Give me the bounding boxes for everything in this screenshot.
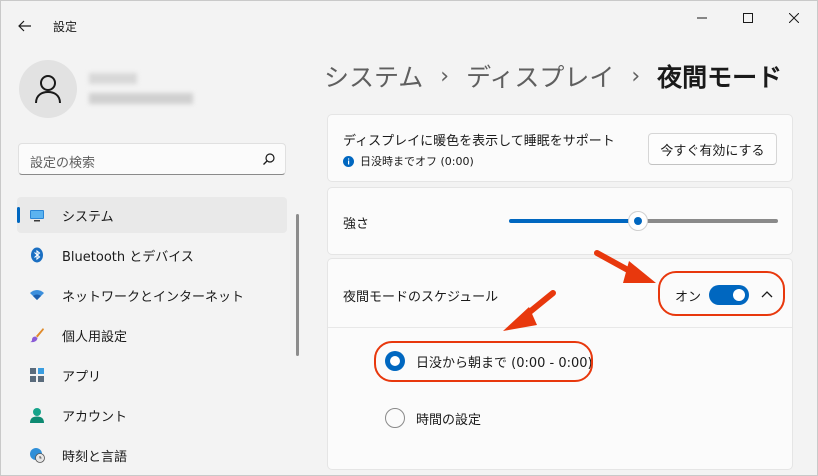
breadcrumb-system[interactable]: システム [324, 58, 423, 94]
search-placeholder: 設定の検索 [30, 156, 96, 171]
annotation-arrow-icon [594, 250, 656, 283]
apps-icon [30, 368, 44, 382]
strength-card: 強さ [327, 187, 793, 255]
search-icon[interactable] [262, 152, 276, 166]
display-icon [30, 210, 44, 222]
minimize-button[interactable] [679, 1, 725, 35]
maximize-button[interactable] [725, 1, 771, 35]
user-email-redacted [89, 93, 193, 104]
strength-slider-track[interactable] [638, 219, 778, 223]
sidebar-item-network[interactable]: ネットワークとインターネット [17, 277, 287, 313]
strength-slider-fill[interactable] [509, 219, 638, 223]
account-icon [30, 408, 44, 423]
title-bar: 設定 [1, 1, 817, 49]
night-light-description: ディスプレイに暖色を表示して睡眠をサポート [343, 134, 615, 149]
turn-on-now-button[interactable]: 今すぐ有効にする [648, 133, 777, 165]
sidebar-item-apps[interactable]: アプリ [17, 357, 287, 393]
bluetooth-icon [31, 247, 43, 263]
radio-button-unselected[interactable] [385, 408, 405, 428]
back-button[interactable] [11, 13, 39, 39]
search-box[interactable]: 設定の検索 [18, 143, 286, 175]
sidebar-item-system[interactable]: システム [17, 197, 287, 233]
night-light-status: 日没時までオフ (0:00) [343, 153, 474, 169]
divider [328, 327, 792, 328]
back-arrow-icon [18, 20, 31, 32]
strength-label: 強さ [343, 217, 370, 232]
highlight-radio-option [374, 341, 593, 382]
globe-clock-icon [30, 448, 45, 463]
sidebar-item-accounts[interactable]: アカウント [17, 397, 287, 433]
night-light-card: ディスプレイに暖色を表示して睡眠をサポート 日没時までオフ (0:00) 今すぐ… [327, 114, 793, 182]
close-icon [789, 13, 799, 23]
sidebar-item-label: Bluetooth とデバイス [62, 249, 194, 265]
breadcrumb-display[interactable]: ディスプレイ [466, 58, 614, 94]
highlight-toggle [658, 271, 785, 316]
sidebar-nav: システム Bluetooth とデバイス ネットワークとインターネット 個人用設… [17, 197, 287, 476]
user-avatar[interactable] [19, 60, 77, 118]
minimize-icon [697, 17, 707, 19]
sidebar-item-label: ネットワークとインターネット [62, 289, 245, 305]
night-light-status-text: 日没時までオフ (0:00) [360, 155, 474, 168]
breadcrumb: システム › ディスプレイ › 夜間モード [324, 58, 782, 94]
sidebar-item-label: システム [62, 209, 114, 225]
breadcrumb-separator: › [631, 63, 641, 89]
schedule-label: 夜間モードのスケジュール [343, 290, 499, 305]
sidebar-item-label: アプリ [62, 369, 102, 385]
annotation-arrow-icon [503, 290, 556, 331]
sidebar-item-personalization[interactable]: 個人用設定 [17, 317, 287, 353]
sidebar-item-time-language[interactable]: 時刻と言語 [17, 437, 287, 473]
wifi-icon [30, 290, 44, 300]
app-title: 設定 [53, 20, 78, 34]
sidebar-item-label: アカウント [62, 409, 128, 425]
sidebar-item-label: 時刻と言語 [62, 449, 128, 465]
sidebar-scrollbar[interactable] [296, 214, 299, 356]
user-name-redacted [89, 73, 137, 84]
radio-label: 時間の設定 [416, 412, 482, 428]
sidebar-item-label: 個人用設定 [62, 329, 128, 345]
person-icon [35, 75, 61, 104]
page-title: 夜間モード [657, 63, 783, 92]
info-icon [343, 155, 354, 167]
breadcrumb-separator: › [440, 63, 450, 89]
strength-slider-thumb[interactable] [628, 211, 648, 231]
maximize-icon [743, 13, 753, 23]
sidebar-item-bluetooth[interactable]: Bluetooth とデバイス [17, 237, 287, 273]
radio-set-hours[interactable]: 時間の設定 [385, 406, 481, 430]
brush-icon [30, 328, 44, 343]
settings-window: 設定 設定の検索 システム Bluetooth とデバイス ネットワークとインタ… [0, 0, 818, 476]
close-button[interactable] [771, 1, 817, 35]
